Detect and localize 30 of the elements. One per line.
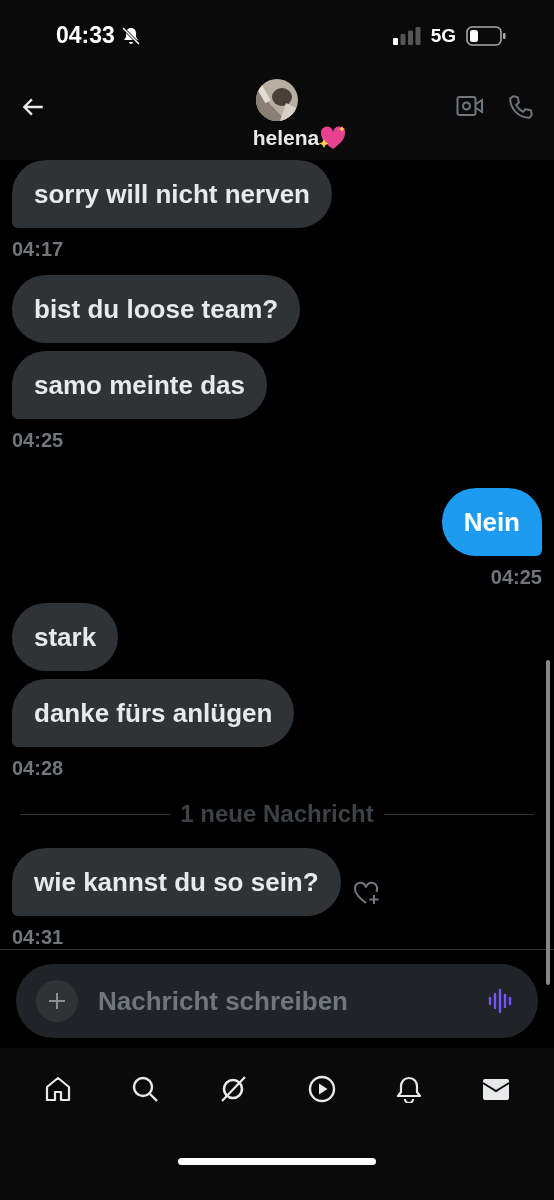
- video-call-icon[interactable]: [456, 94, 484, 119]
- home-icon[interactable]: [43, 1075, 72, 1104]
- new-messages-divider: 1 neue Nachricht: [180, 800, 374, 829]
- plus-icon: [47, 991, 67, 1012]
- message-field[interactable]: Nachricht schreiben: [16, 964, 538, 1039]
- network-label: 5G: [430, 24, 456, 47]
- status-time: 04:33: [56, 22, 115, 50]
- play-icon[interactable]: [307, 1075, 336, 1104]
- bell-off-icon: [120, 25, 141, 46]
- message-time: 04:25: [490, 566, 542, 590]
- message-time: 04:25: [12, 429, 65, 453]
- message-bubble[interactable]: wie kannst du so sein?: [12, 848, 341, 917]
- message-bubble[interactable]: sorry will nicht nerven: [12, 160, 332, 229]
- signal-icon: [392, 26, 421, 45]
- message-time: 04:28: [12, 757, 65, 781]
- voice-wave-icon[interactable]: [488, 988, 514, 1015]
- envelope-icon[interactable]: [482, 1077, 511, 1102]
- bell-icon[interactable]: [394, 1075, 423, 1104]
- message-time: 04:17: [12, 238, 65, 262]
- message-bubble[interactable]: stark: [12, 603, 119, 672]
- search-icon[interactable]: [131, 1075, 159, 1104]
- battery-icon: [466, 25, 506, 46]
- message-bubble[interactable]: samo meinte das: [12, 351, 267, 420]
- message-bubble[interactable]: danke fürs anlügen: [12, 679, 295, 748]
- phone-icon[interactable]: [508, 94, 534, 121]
- contact-name[interactable]: helena: [252, 126, 320, 151]
- message-bubble[interactable]: bist du loose team?: [12, 275, 301, 344]
- sparkling-heart-icon: [319, 125, 348, 152]
- add-button[interactable]: [36, 980, 78, 1023]
- message-time: 04:31: [12, 926, 65, 950]
